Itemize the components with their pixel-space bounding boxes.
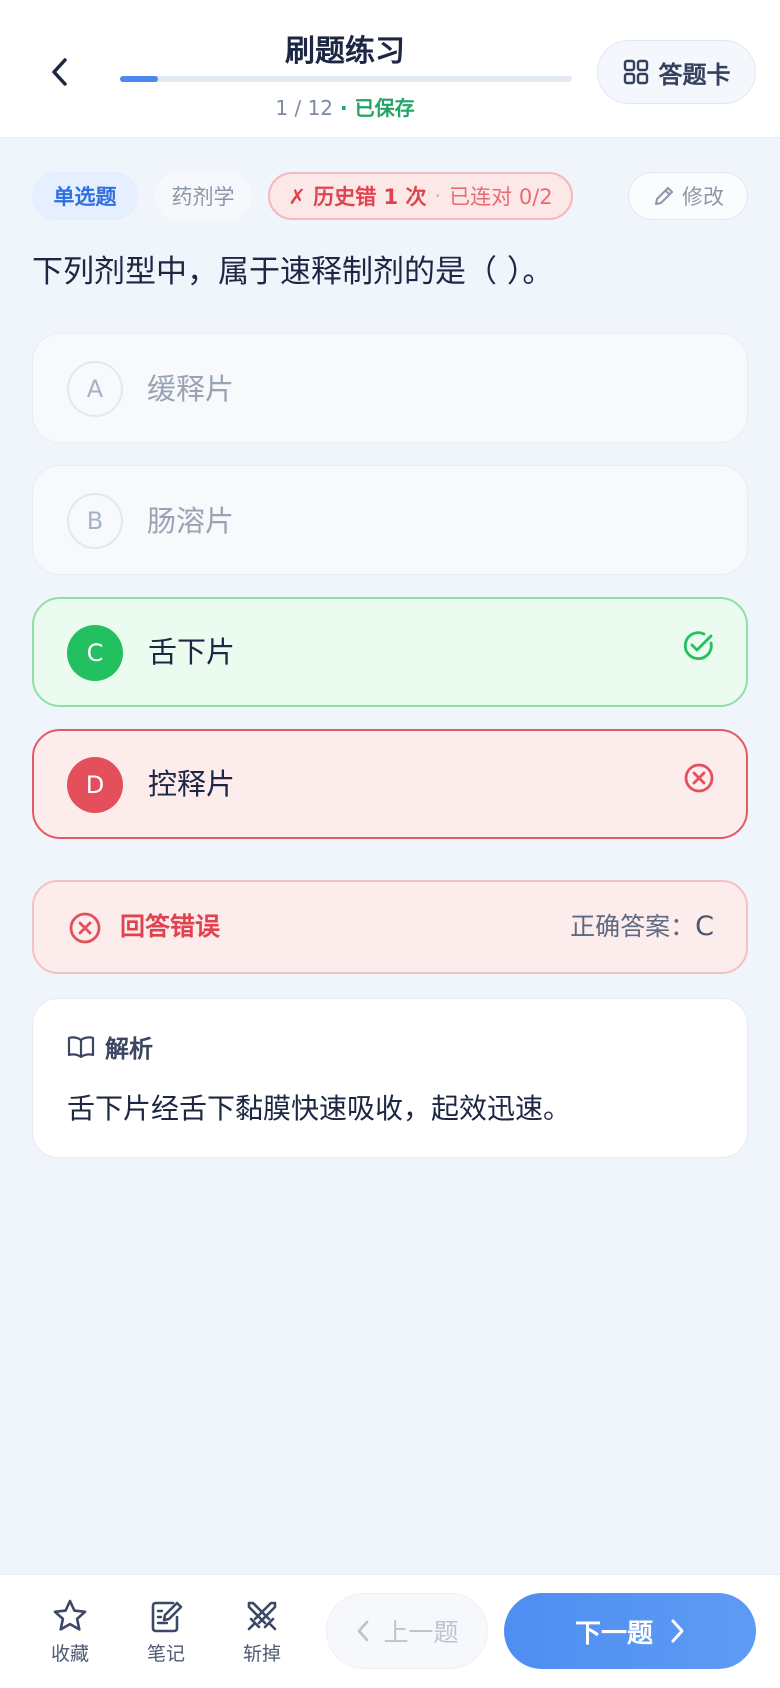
- saved-status: 已保存: [354, 96, 415, 120]
- x-circle-icon: [684, 763, 714, 793]
- progress-bar: [120, 76, 572, 82]
- option-letter: B: [67, 493, 123, 549]
- option-d[interactable]: D 控释片: [32, 729, 748, 839]
- top-header: 刷题练习 1 / 12 · 已保存 答题卡: [0, 0, 780, 138]
- option-text: 舌下片: [148, 635, 236, 669]
- note-label: 笔记: [146, 1643, 185, 1665]
- result-banner: 回答错误 正确答案：C: [32, 880, 748, 974]
- favorite-button[interactable]: 收藏: [35, 1597, 105, 1669]
- grid-icon: [623, 59, 648, 85]
- option-letter: C: [67, 625, 123, 681]
- option-text: 缓释片: [147, 372, 235, 406]
- previous-question-button[interactable]: 上一题: [326, 1593, 488, 1669]
- correct-answer-value: C: [695, 911, 714, 942]
- history-badge: ✗ 历史错 1 次 · 已连对 0/2: [268, 172, 573, 220]
- question-type-tag: 单选题: [32, 172, 138, 220]
- cut-label: 斩掉: [242, 1643, 281, 1665]
- option-text: 控释片: [148, 767, 236, 801]
- analysis-text: 舌下片经舌下黏膜快速吸收，起效迅速。: [67, 1092, 572, 1125]
- previous-label: 上一题: [383, 1618, 459, 1647]
- result-label: 回答错误: [120, 912, 221, 941]
- page-title: 刷题练习: [285, 34, 405, 69]
- note-edit-icon: [151, 1601, 183, 1633]
- answer-card-button[interactable]: 答题卡: [597, 40, 756, 104]
- option-c[interactable]: C 舌下片: [32, 597, 748, 707]
- pencil-icon: [655, 187, 673, 205]
- progress-counter: 1 / 12: [275, 96, 334, 120]
- save-separator: ·: [333, 96, 355, 120]
- option-a[interactable]: A 缓释片: [32, 333, 748, 443]
- question-tags: 单选题 药剂学 ✗ 历史错 1 次 · 已连对 0/2 修改: [32, 172, 748, 220]
- next-question-button[interactable]: 下一题: [504, 1593, 756, 1669]
- history-dot: ·: [434, 184, 442, 208]
- cut-button[interactable]: 斩掉: [227, 1597, 297, 1669]
- star-icon: [53, 1599, 87, 1631]
- answer-card-label: 答题卡: [658, 60, 731, 89]
- next-label: 下一题: [574, 1618, 653, 1649]
- analysis-card: 解析 舌下片经舌下黏膜快速吸收，起效迅速。: [32, 998, 748, 1158]
- option-letter: D: [67, 757, 123, 813]
- analysis-title: 解析: [105, 1035, 153, 1063]
- check-circle-icon: [683, 631, 713, 661]
- bottom-toolbar: 收藏 笔记 斩掉 上一题 下一题: [0, 1574, 780, 1688]
- subject-tag: 药剂学: [154, 172, 252, 220]
- chevron-right-icon: [671, 1619, 684, 1643]
- question-text: 下列剂型中，属于速释制剂的是（ ）。: [32, 254, 554, 290]
- history-streak: 已连对 0/2: [449, 185, 553, 209]
- edit-label: 修改: [682, 185, 724, 209]
- x-circle-icon: [69, 912, 101, 944]
- note-button[interactable]: 笔记: [131, 1597, 201, 1669]
- history-error-count: ✗ 历史错 1 次: [288, 185, 427, 209]
- correct-answer-prefix: 正确答案：: [570, 912, 696, 941]
- progress-status: 1 / 12 · 已保存: [0, 92, 690, 121]
- progress-bar-fill: [120, 76, 158, 82]
- chevron-left-icon: [358, 1620, 369, 1642]
- edit-button[interactable]: 修改: [628, 172, 748, 220]
- option-b[interactable]: B 肠溶片: [32, 465, 748, 575]
- open-book-icon: [67, 1035, 95, 1058]
- option-text: 肠溶片: [147, 504, 235, 538]
- analysis-header: 解析: [67, 1029, 153, 1064]
- crossed-swords-icon: [247, 1601, 277, 1631]
- correct-answer: 正确答案：C: [570, 882, 714, 972]
- option-letter: A: [67, 361, 123, 417]
- favorite-label: 收藏: [50, 1643, 89, 1665]
